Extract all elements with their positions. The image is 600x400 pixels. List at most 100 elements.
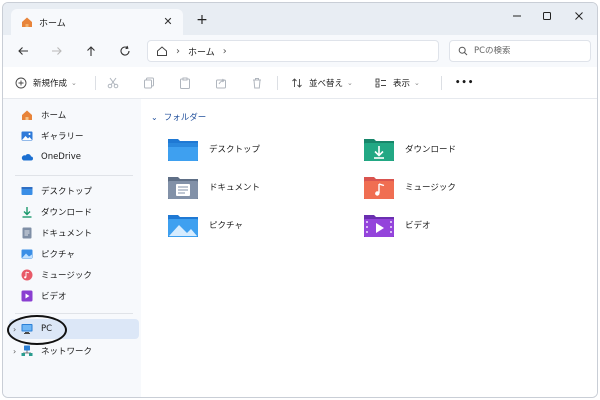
sidebar-item-label: ホーム [41,111,67,121]
file-explorer-window: ホーム ✕ + › ホーム › PCの検索 新規作成 ⌄ 並べ替え ⌄ 表示 ⌄… [2,2,598,398]
download-icon [21,206,33,218]
sidebar-item-label: ビデオ [41,292,67,302]
content-pane: ⌄ フォルダー デスクトップ ダウンロード ドキュメント ミュージック ピクチャ… [141,99,597,397]
folder-label: ダウンロード [405,145,457,155]
copy-icon [144,77,154,89]
pictures-icon [21,248,33,260]
cut-button[interactable] [107,73,119,93]
sidebar-divider [15,175,133,176]
home-icon [21,109,33,121]
pictures-folder-icon [167,212,199,238]
sidebar-item-gallery[interactable]: ギャラリー [9,126,139,146]
documents-icon [21,227,33,239]
search-input[interactable] [474,46,584,56]
folder-downloads[interactable]: ダウンロード [363,133,543,165]
sidebar-item-label: デスクトップ [41,187,93,197]
folder-desktop[interactable]: デスクトップ [167,133,347,165]
paste-button[interactable] [179,73,191,93]
divider [441,76,442,90]
onedrive-icon [21,151,33,163]
sidebar-item-downloads[interactable]: ダウンロード [9,202,139,222]
sidebar-item-pictures[interactable]: ピクチャ [9,244,139,264]
folder-documents[interactable]: ドキュメント [167,171,347,203]
sidebar-item-home[interactable]: ホーム [9,105,139,125]
chevron-down-icon: ⌄ [71,79,77,87]
sidebar-item-label: ネットワーク [41,347,93,357]
share-button[interactable] [215,73,227,93]
view-icon [375,77,387,89]
address-bar[interactable]: › ホーム › [147,40,439,62]
divider [277,76,278,90]
folder-label: ミュージック [405,183,456,193]
refresh-button[interactable] [115,41,135,61]
documents-folder-icon [167,174,199,200]
trash-icon [253,78,261,89]
close-window-button[interactable] [565,7,593,25]
sidebar-item-desktop[interactable]: デスクトップ [9,181,139,201]
minimize-button[interactable] [503,7,531,25]
desktop-icon [21,185,33,197]
tab-label: ホーム [39,18,66,29]
highlight-circle [7,315,67,345]
copy-button[interactable] [143,73,155,93]
new-button-label: 新規作成 [33,79,68,89]
sidebar-item-videos[interactable]: ビデオ [9,286,139,306]
more-options-button[interactable]: ••• [455,73,474,93]
sidebar-divider [15,313,133,314]
chevron-right-icon[interactable]: › [13,347,16,356]
sidebar-item-label: ギャラリー [41,132,84,142]
video-folder-icon [363,212,395,238]
sidebar-item-label: ピクチャ [41,250,75,260]
navigation-pane: ホーム ギャラリー OneDrive デスクトップ ダウンロード ドキュメント … [3,99,141,397]
group-header-label: フォルダー [163,113,207,123]
view-button-label: 表示 [393,79,411,89]
share-icon [216,78,226,89]
plus-icon [15,77,27,89]
delete-button[interactable] [251,73,263,93]
sidebar-item-music[interactable]: ミュージック [9,265,139,285]
music-folder-icon [363,174,395,200]
sidebar-item-onedrive[interactable]: OneDrive [9,147,139,167]
up-button[interactable] [81,41,101,61]
chevron-down-icon: ⌄ [347,79,353,87]
folder-label: デスクトップ [209,145,261,155]
network-icon [21,345,33,357]
tab-home[interactable]: ホーム ✕ [11,9,183,35]
search-box[interactable] [449,40,591,62]
chevron-right-icon[interactable]: › [223,46,227,57]
forward-button[interactable] [47,41,67,61]
home-icon [156,45,168,57]
sort-button[interactable]: 並べ替え ⌄ [291,73,353,93]
view-button[interactable]: 表示 ⌄ [375,73,420,93]
desktop-folder-icon [167,136,199,162]
sidebar-item-documents[interactable]: ドキュメント [9,223,139,243]
gallery-icon [21,130,33,142]
chevron-down-icon: ⌄ [151,112,158,122]
new-button[interactable]: 新規作成 ⌄ [15,73,77,93]
paste-icon [180,77,190,89]
chevron-right-icon: › [176,45,180,57]
back-button[interactable] [13,41,33,61]
sidebar-item-label: ダウンロード [41,208,93,218]
breadcrumb-home[interactable]: ホーム [188,45,215,58]
command-bar: 新規作成 ⌄ 並べ替え ⌄ 表示 ⌄ ••• [3,67,597,99]
maximize-button[interactable] [533,7,561,25]
folder-videos[interactable]: ビデオ [363,209,543,241]
divider [95,76,96,90]
cut-icon [107,77,119,89]
folder-pictures[interactable]: ピクチャ [167,209,347,241]
home-icon [21,16,33,28]
title-bar: ホーム ✕ + [3,3,597,35]
download-folder-icon [363,136,395,162]
music-icon [21,269,33,281]
folder-music[interactable]: ミュージック [363,171,543,203]
tab-close-icon[interactable]: ✕ [161,14,175,28]
search-icon [458,46,468,56]
folder-label: ドキュメント [209,183,261,193]
folder-label: ピクチャ [209,221,243,231]
new-tab-button[interactable]: + [193,11,211,29]
sort-button-label: 並べ替え [309,79,344,89]
folders-group-header[interactable]: ⌄ フォルダー [151,111,207,124]
sidebar-item-label: ドキュメント [41,229,93,239]
sidebar-item-label: OneDrive [41,152,81,162]
